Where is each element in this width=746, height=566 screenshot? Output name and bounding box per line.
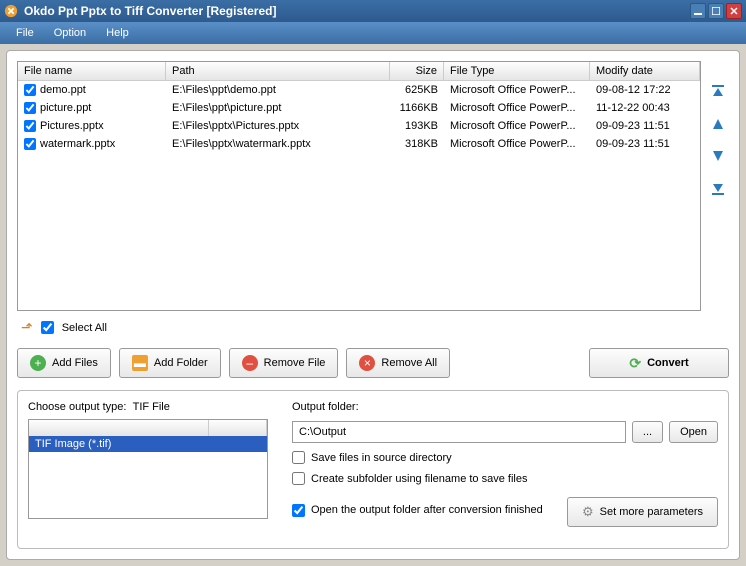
browse-button[interactable]: ...	[632, 421, 663, 443]
folder-up-icon[interactable]: ⬏	[21, 319, 33, 336]
output-panel: Choose output type: TIF File TIF Image (…	[17, 390, 729, 549]
maximize-button[interactable]	[708, 3, 724, 19]
open-folder-button[interactable]: Open	[669, 421, 718, 443]
add-files-button[interactable]: + Add Files	[17, 348, 111, 378]
row-size: 625KB	[390, 82, 444, 98]
col-size[interactable]: Size	[390, 62, 444, 80]
row-path: E:\Files\ppt\picture.ppt	[166, 100, 390, 116]
reorder-controls	[707, 61, 729, 311]
menu-option[interactable]: Option	[46, 25, 94, 41]
col-filename[interactable]: File name	[18, 62, 166, 80]
row-date: 11-12-22 00:43	[590, 100, 700, 116]
table-row[interactable]: watermark.pptx E:\Files\pptx\watermark.pp…	[18, 135, 700, 153]
save-in-source-label: Save files in source directory	[311, 452, 452, 464]
row-filename: picture.ppt	[40, 102, 91, 114]
row-path: E:\Files\pptx\Pictures.pptx	[166, 118, 390, 134]
row-date: 09-08-12 17:22	[590, 82, 700, 98]
main-content: File name Path Size File Type Modify dat…	[6, 50, 740, 560]
row-type: Microsoft Office PowerP...	[444, 118, 590, 134]
menu-help[interactable]: Help	[98, 25, 137, 41]
select-all-label: Select All	[62, 322, 107, 334]
create-subfolder-checkbox[interactable]	[292, 472, 305, 485]
move-up-button[interactable]	[709, 115, 727, 133]
move-bottom-button[interactable]	[709, 179, 727, 197]
minus-icon: –	[242, 355, 258, 371]
row-date: 09-09-23 11:51	[590, 118, 700, 134]
open-after-label: Open the output folder after conversion …	[311, 504, 543, 516]
remove-file-label: Remove File	[264, 357, 326, 369]
gear-icon: ⚙	[582, 504, 594, 520]
row-checkbox[interactable]	[24, 120, 36, 132]
row-checkbox[interactable]	[24, 84, 36, 96]
row-type: Microsoft Office PowerP...	[444, 82, 590, 98]
create-subfolder-label: Create subfolder using filename to save …	[311, 473, 527, 485]
app-icon	[4, 4, 18, 18]
x-icon: ×	[359, 355, 375, 371]
table-row[interactable]: Pictures.pptx E:\Files\pptx\Pictures.pptx…	[18, 117, 700, 135]
convert-button[interactable]: ⟳ Convert	[589, 348, 729, 378]
set-parameters-button[interactable]: ⚙ Set more parameters	[567, 497, 718, 527]
output-folder-label: Output folder:	[292, 401, 718, 413]
col-date[interactable]: Modify date	[590, 62, 700, 80]
menubar: File Option Help	[0, 22, 746, 44]
row-filename: watermark.pptx	[40, 138, 115, 150]
row-size: 318KB	[390, 136, 444, 152]
row-path: E:\Files\ppt\demo.ppt	[166, 82, 390, 98]
file-list-header: File name Path Size File Type Modify dat…	[18, 62, 700, 81]
remove-all-label: Remove All	[381, 357, 437, 369]
convert-icon: ⟳	[629, 355, 641, 372]
move-down-button[interactable]	[709, 147, 727, 165]
open-after-checkbox[interactable]	[292, 504, 305, 517]
output-folder-input[interactable]	[292, 421, 626, 443]
row-type: Microsoft Office PowerP...	[444, 136, 590, 152]
menu-file[interactable]: File	[8, 25, 42, 41]
row-type: Microsoft Office PowerP...	[444, 100, 590, 116]
row-path: E:\Files\pptx\watermark.pptx	[166, 136, 390, 152]
save-in-source-checkbox[interactable]	[292, 451, 305, 464]
remove-all-button[interactable]: × Remove All	[346, 348, 450, 378]
add-files-label: Add Files	[52, 357, 98, 369]
col-type[interactable]: File Type	[444, 62, 590, 80]
titlebar: Okdo Ppt Pptx to Tiff Converter [Registe…	[0, 0, 746, 22]
add-folder-button[interactable]: ▬ Add Folder	[119, 348, 221, 378]
row-filename: Pictures.pptx	[40, 120, 104, 132]
output-type-option[interactable]: TIF Image (*.tif)	[29, 436, 267, 452]
row-size: 1166KB	[390, 100, 444, 116]
row-checkbox[interactable]	[24, 138, 36, 150]
col-path[interactable]: Path	[166, 62, 390, 80]
close-button[interactable]	[726, 3, 742, 19]
select-all-checkbox[interactable]	[41, 321, 54, 334]
window-title: Okdo Ppt Pptx to Tiff Converter [Registe…	[24, 4, 690, 18]
row-checkbox[interactable]	[24, 102, 36, 114]
folder-icon: ▬	[132, 355, 148, 371]
set-parameters-label: Set more parameters	[600, 506, 703, 518]
table-row[interactable]: demo.ppt E:\Files\ppt\demo.ppt625KBMicros…	[18, 81, 700, 99]
remove-file-button[interactable]: – Remove File	[229, 348, 339, 378]
row-size: 193KB	[390, 118, 444, 134]
file-list[interactable]: File name Path Size File Type Modify dat…	[17, 61, 701, 311]
table-row[interactable]: picture.ppt E:\Files\ppt\picture.ppt1166K…	[18, 99, 700, 117]
plus-icon: +	[30, 355, 46, 371]
row-filename: demo.ppt	[40, 84, 86, 96]
output-type-label: Choose output type: TIF File	[28, 401, 268, 413]
minimize-button[interactable]	[690, 3, 706, 19]
convert-label: Convert	[647, 357, 689, 369]
move-top-button[interactable]	[709, 83, 727, 101]
row-date: 09-09-23 11:51	[590, 136, 700, 152]
output-type-list[interactable]: TIF Image (*.tif)	[28, 419, 268, 519]
add-folder-label: Add Folder	[154, 357, 208, 369]
